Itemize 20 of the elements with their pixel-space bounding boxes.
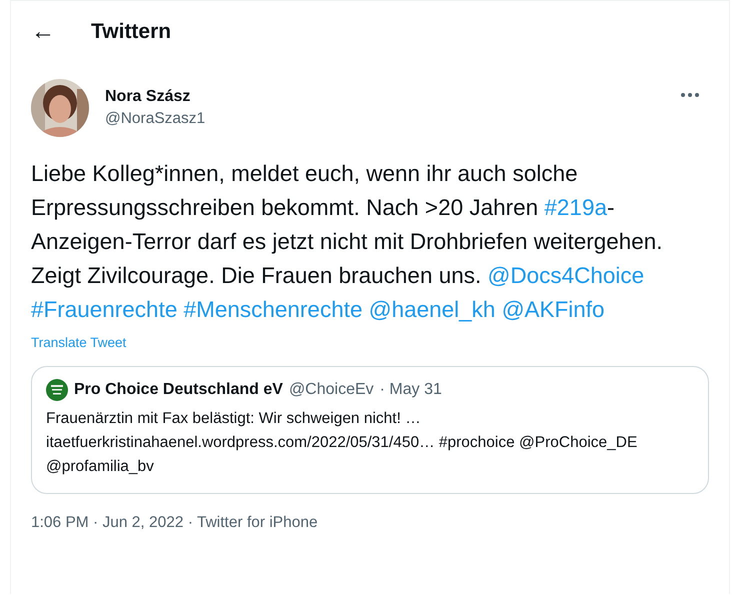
quoted-date: · May 31 [380,381,442,399]
translate-link[interactable]: Translate Tweet [31,335,126,350]
link[interactable]: @AKFinfo [502,297,605,322]
author-name[interactable]: Nora Szász [105,88,665,106]
link[interactable]: #219a [544,195,607,220]
link[interactable]: #Menschenrechte [184,297,362,322]
link[interactable]: @Docs4Choice [487,263,644,288]
page-title: Twittern [91,20,172,44]
quoted-author-name: Pro Choice Deutschland eV [74,381,283,399]
tweet-text: Liebe Kolleg*innen, meldet euch, wenn ihr auch solche Erpressungsschreiben bekommt. Nach >20 Jahren #219a-Anzeigen-Terror darf es jetzt nicht mit Drohbriefen weitergehen. Zeigt Zivilcourage. Die Frauen brauchen uns. @Docs4Choice #Frauenrechte #Menschenrechte @haenel_kh @AKFinfo [31,160,664,324]
quoted-text: Frauenärztin mit Fax belästigt: Wir schweigen nicht! … itaetfuerkristinahaenel.wordpress.com/2022/05/31/450… #prochoice @ProChoice_DE @profamilia_bv [46,409,638,477]
quoted-author-handle: @ChoiceEv [288,381,374,399]
more-icon[interactable] [681,92,699,98]
link[interactable]: #Frauenrechte [31,297,178,322]
back-icon[interactable]: ← [31,20,55,44]
logo-icon [46,379,68,401]
tweet-timestamp: 1:06 PM · Jun 2, 2022 · Twitter for iPhone [31,514,319,532]
link[interactable]: @haenel_kh [368,297,496,322]
author-handle[interactable]: @NoraSzasz1 [105,110,665,128]
quoted-tweet[interactable]: Pro Choice Deutschland eV @ChoiceEv · May 31 Frauenärztin mit Fax belästigt: Wir schweigen nicht! … itaetfuerkristinahaenel.wordpress.com/2022/05/31/450… #prochoice @ProChoice_DE @profamilia_bv [31,366,709,494]
